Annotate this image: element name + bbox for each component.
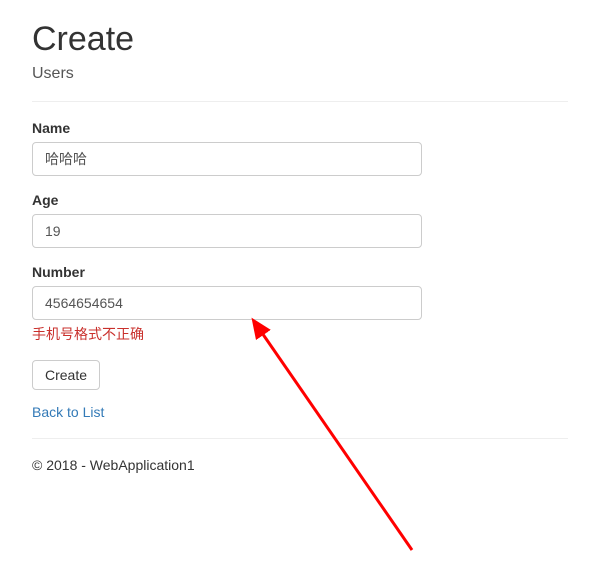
- divider-top: [32, 101, 568, 102]
- name-input[interactable]: [32, 142, 422, 176]
- name-label: Name: [32, 120, 568, 136]
- number-input[interactable]: [32, 286, 422, 320]
- age-input[interactable]: [32, 214, 422, 248]
- back-to-list-link[interactable]: Back to List: [32, 404, 104, 420]
- number-error: 手机号格式不正确: [32, 324, 568, 344]
- page-title: Create: [32, 20, 568, 59]
- footer-text: © 2018 - WebApplication1: [32, 457, 568, 473]
- create-button[interactable]: Create: [32, 360, 100, 390]
- number-label: Number: [32, 264, 568, 280]
- divider-bottom: [32, 438, 568, 439]
- age-label: Age: [32, 192, 568, 208]
- page-subtitle: Users: [32, 65, 568, 83]
